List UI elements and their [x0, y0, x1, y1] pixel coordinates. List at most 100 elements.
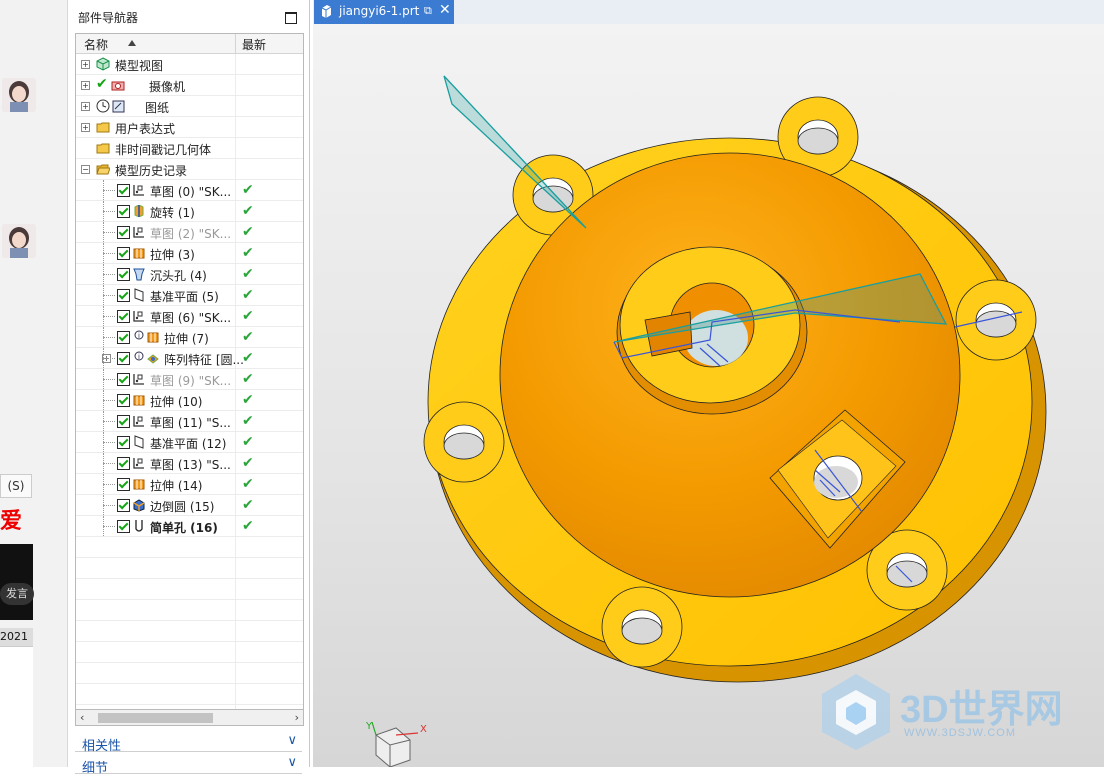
tree-row[interactable]: i 拉伸 (7) ✔	[76, 327, 303, 348]
camera-icon	[111, 78, 125, 92]
scroll-right-icon[interactable]: ›	[295, 711, 299, 724]
info-icon: i	[132, 351, 146, 365]
tree-row[interactable]: + 用户表达式	[76, 117, 303, 138]
horizontal-scrollbar[interactable]: ‹ ›	[75, 709, 304, 726]
column-latest[interactable]: 最新	[242, 36, 266, 53]
triad-y-label: Y	[366, 721, 373, 732]
tree-row-label: 草图 (6) "SK...	[150, 311, 232, 325]
empty-row	[76, 684, 303, 705]
expand-icon[interactable]: +	[81, 81, 90, 90]
tree-row[interactable]: 基准平面 (12) ✔	[76, 432, 303, 453]
extrude-icon	[132, 393, 146, 407]
visibility-checkbox[interactable]	[117, 184, 130, 197]
tree-row[interactable]: 草图 (11) "S... ✔	[76, 411, 303, 432]
chevron-down-icon: ∨	[287, 755, 297, 770]
navigator-tree[interactable]: 名称 最新 + 模型视图 + ✔ 摄像机 + 图纸 + 用户表达式 非时间戳记几何体 − 模型历史记录…	[75, 33, 304, 711]
visibility-checkbox[interactable]	[117, 247, 130, 260]
tree-row[interactable]: + ✔ 摄像机	[76, 75, 303, 96]
tree-row[interactable]: + 图纸	[76, 96, 303, 117]
tree-row-label: 沉头孔 (4)	[150, 269, 207, 283]
watermark-brand: 3D世界网	[900, 689, 1063, 731]
visibility-checkbox[interactable]	[117, 268, 130, 281]
visibility-checkbox[interactable]	[117, 373, 130, 386]
drawing-icon	[111, 99, 125, 113]
close-tab-icon[interactable]: ✕	[439, 2, 451, 18]
visibility-checkbox[interactable]	[117, 394, 130, 407]
tree-row-label: 草图 (13) "S...	[150, 458, 231, 472]
triad-x-label: X	[420, 724, 427, 735]
visibility-checkbox[interactable]	[117, 352, 130, 365]
avatar[interactable]	[2, 224, 36, 258]
expand-icon[interactable]: +	[81, 60, 90, 69]
tab-part-file[interactable]: jiangyi6-1.prt ⧉ ✕	[314, 0, 454, 24]
sketch-icon	[132, 309, 146, 323]
scroll-left-icon[interactable]: ‹	[80, 711, 84, 724]
search-button[interactable]: (S)	[0, 474, 32, 498]
tree-row[interactable]: 拉伸 (10) ✔	[76, 390, 303, 411]
tree-row-label: 模型历史记录	[115, 164, 188, 178]
visibility-checkbox[interactable]	[117, 289, 130, 302]
datum-plane-icon	[132, 288, 146, 302]
latest-check-icon: ✔	[242, 434, 254, 450]
empty-row	[76, 537, 303, 558]
scroll-thumb[interactable]	[98, 713, 213, 723]
expand-icon[interactable]: +	[81, 123, 90, 132]
svg-text:i: i	[138, 353, 140, 361]
dependencies-panel-header[interactable]: 相关性 ∨	[75, 733, 302, 754]
tree-row[interactable]: 旋转 (1) ✔	[76, 201, 303, 222]
expand-icon[interactable]: −	[81, 165, 90, 174]
restore-window-icon[interactable]: ⧉	[424, 4, 432, 18]
expand-icon[interactable]: +	[81, 102, 90, 111]
visibility-checkbox[interactable]	[117, 520, 130, 533]
empty-row	[76, 600, 303, 621]
details-panel-header[interactable]: 细节 ∨	[75, 755, 302, 776]
maximize-icon[interactable]	[285, 12, 297, 24]
tree-row[interactable]: − 模型历史记录	[76, 159, 303, 180]
tree-row[interactable]: 非时间戳记几何体	[76, 138, 303, 159]
tree-row[interactable]: 沉头孔 (4) ✔	[76, 264, 303, 285]
tree-row[interactable]: 草图 (2) "SK... ✔	[76, 222, 303, 243]
visibility-checkbox[interactable]	[117, 499, 130, 512]
column-name[interactable]: 名称	[84, 36, 108, 53]
latest-check-icon: ✔	[242, 245, 254, 261]
visibility-checkbox[interactable]	[117, 478, 130, 491]
visibility-checkbox[interactable]	[117, 415, 130, 428]
tree-rows: + 模型视图 + ✔ 摄像机 + 图纸 + 用户表达式 非时间戳记几何体 − 模型历史记录草图 (0)…	[76, 54, 303, 710]
tree-row[interactable]: 简单孔 (16) ✔	[76, 516, 303, 537]
latest-check-icon: ✔	[242, 476, 254, 492]
tree-row-label: 草图 (2) "SK...	[150, 227, 232, 241]
tree-row-label: 旋转 (1)	[150, 206, 195, 220]
tree-row[interactable]: 草图 (0) "SK... ✔	[76, 180, 303, 201]
tree-row[interactable]: 拉伸 (3) ✔	[76, 243, 303, 264]
svg-text:i: i	[138, 332, 140, 340]
visibility-checkbox[interactable]	[117, 436, 130, 449]
visibility-checkbox[interactable]	[117, 331, 130, 344]
tree-row-label: 草图 (9) "SK...	[150, 374, 232, 388]
tree-row[interactable]: 边倒圆 (15) ✔	[76, 495, 303, 516]
tree-row[interactable]: 草图 (9) "SK... ✔	[76, 369, 303, 390]
background-app-strip: (S) 爱 发言 2021	[0, 0, 68, 767]
speak-button[interactable]: 发言	[0, 583, 34, 605]
visibility-checkbox[interactable]	[117, 457, 130, 470]
tree-row[interactable]: 基准平面 (5) ✔	[76, 285, 303, 306]
tree-row[interactable]: + i 阵列特征 [圆... ✔	[76, 348, 303, 369]
pattern-icon	[146, 351, 160, 365]
tree-row-label: 拉伸 (14)	[150, 479, 203, 493]
tree-row[interactable]: 草图 (13) "S... ✔	[76, 453, 303, 474]
folder-icon	[96, 141, 110, 155]
folder-icon	[96, 120, 110, 134]
latest-check-icon: ✔	[242, 287, 254, 303]
tree-row[interactable]: 拉伸 (14) ✔	[76, 474, 303, 495]
tree-row[interactable]: 草图 (6) "SK... ✔	[76, 306, 303, 327]
visibility-checkbox[interactable]	[117, 310, 130, 323]
avatar[interactable]	[2, 78, 36, 112]
latest-check-icon: ✔	[242, 455, 254, 471]
visibility-checkbox[interactable]	[117, 226, 130, 239]
empty-row	[76, 663, 303, 684]
latest-check-icon: ✔	[242, 350, 254, 366]
tree-row-label: 草图 (0) "SK...	[150, 185, 232, 199]
part-model-render[interactable]	[313, 24, 1104, 767]
tree-row[interactable]: + 模型视图	[76, 54, 303, 75]
graphics-viewport[interactable]: X Y	[313, 24, 1104, 767]
visibility-checkbox[interactable]	[117, 205, 130, 218]
